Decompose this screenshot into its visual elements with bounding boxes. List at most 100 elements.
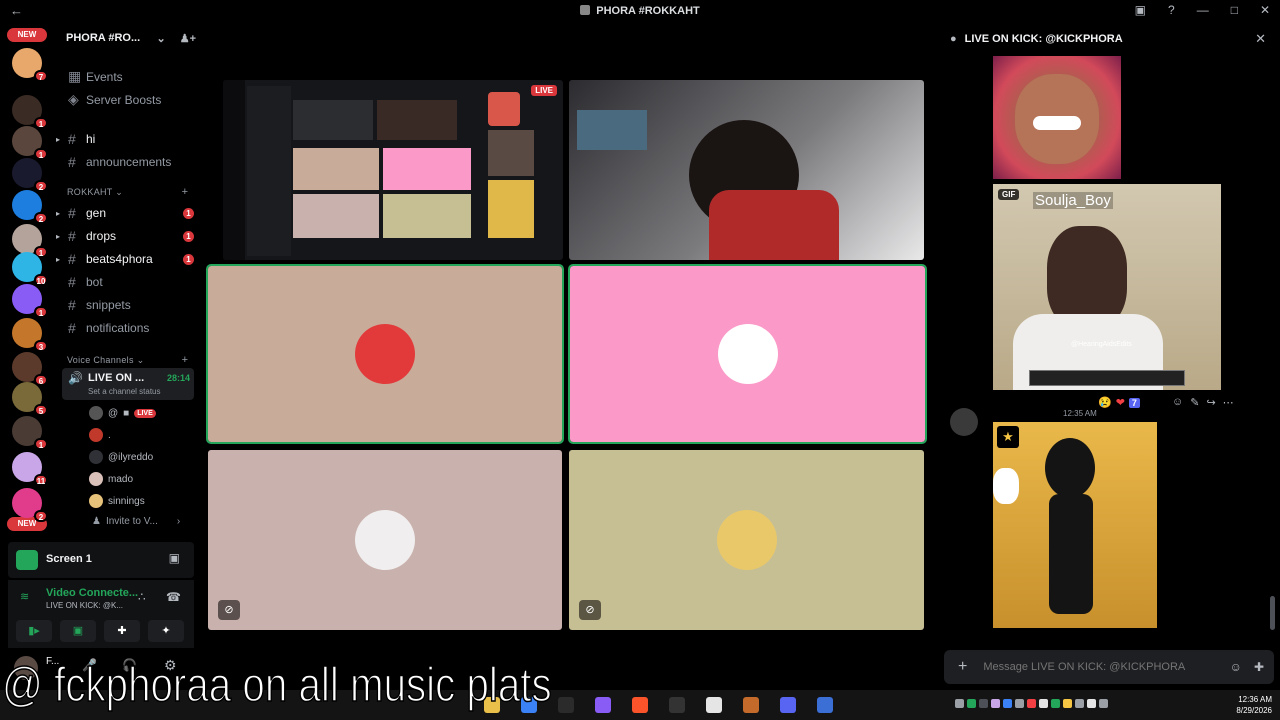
server-icon[interactable]: 11	[12, 452, 48, 486]
add-channel-icon[interactable]: +	[182, 354, 188, 366]
gif-attachment[interactable]: GIF Soulja_Boy @HearingAidsEdits	[993, 184, 1221, 390]
tray-app-icon[interactable]	[1015, 699, 1024, 708]
events-item[interactable]: ▦ Events	[68, 68, 123, 85]
voice-user[interactable]: .	[89, 428, 111, 442]
add-channel-icon[interactable]: +	[182, 186, 188, 198]
voice-channel-link[interactable]: LIVE ON KICK: @K...	[46, 601, 123, 610]
reply-icon[interactable]: ↪	[1206, 396, 1215, 409]
soundboard-button[interactable]: ✦	[148, 620, 184, 642]
camera-button[interactable]: ▮▸	[16, 620, 52, 642]
close-icon[interactable]: ✕	[1260, 3, 1270, 17]
category-rokkaht[interactable]: ROKKAHT ⌄	[67, 187, 123, 198]
meme-image[interactable]	[993, 56, 1121, 179]
server-icon[interactable]: 1	[12, 224, 48, 258]
voice-user[interactable]: @ ■ LIVE	[89, 406, 156, 420]
screen-share-panel[interactable]: Screen 1 ▣	[8, 542, 194, 578]
channel-bot[interactable]: # bot	[68, 274, 194, 290]
apps-icon[interactable]: ✚	[1254, 660, 1264, 674]
tray-app-icon[interactable]	[1051, 699, 1060, 708]
avatar[interactable]	[950, 408, 978, 436]
category-voice[interactable]: Voice Channels ⌄	[67, 355, 144, 366]
signal-icon[interactable]: ≋	[20, 590, 29, 603]
server-icon[interactable]: 10	[12, 252, 48, 286]
chat-title: LIVE ON KICK: @KICKPHORA	[964, 33, 1123, 45]
server-header[interactable]: PHORA #RO... ⌄ ♟+	[66, 32, 196, 45]
sticker-image[interactable]: ★	[993, 422, 1157, 628]
edit-icon[interactable]: ✎	[1190, 396, 1199, 409]
server-icon[interactable]: 2	[12, 488, 48, 522]
server-icon[interactable]: 2	[12, 158, 48, 192]
channel-beats4phora[interactable]: ▸ # beats4phora 1	[56, 251, 194, 267]
server-icon[interactable]: 1	[12, 95, 48, 129]
participant-tile[interactable]	[568, 264, 927, 444]
participant-tile[interactable]: ⊘	[208, 450, 562, 630]
channel-gen[interactable]: ▸ # gen 1	[56, 205, 194, 221]
channel-hi[interactable]: ▸ # hi	[56, 131, 95, 147]
minimize-icon[interactable]: —	[1197, 3, 1209, 17]
server-icon[interactable]: 5	[12, 382, 48, 416]
brave-browser-icon[interactable]	[632, 697, 648, 713]
stop-share-icon[interactable]: ▣	[169, 551, 180, 565]
server-icon[interactable]: 3	[12, 318, 48, 352]
participant-tile[interactable]	[206, 264, 564, 444]
tray-app-icon[interactable]	[955, 699, 964, 708]
close-icon[interactable]: ✕	[1255, 31, 1266, 47]
server-boosts-item[interactable]: ◈ Server Boosts	[68, 91, 161, 108]
add-reaction-icon[interactable]: ☺	[1172, 396, 1183, 409]
screen-share-button[interactable]: ▣	[60, 620, 96, 642]
disconnect-icon[interactable]: ☎	[166, 590, 181, 604]
tray-app-icon[interactable]	[1075, 699, 1084, 708]
voice-channel-live[interactable]: 🔊 LIVE ON ... 28:14 Set a channel status	[62, 368, 194, 400]
tray-app-icon[interactable]	[991, 699, 1000, 708]
heart-emoji-icon[interactable]: ❤	[1116, 396, 1125, 409]
tray-app-icon[interactable]	[967, 699, 976, 708]
emoji-icon[interactable]: ☺	[1230, 660, 1242, 674]
crying-emoji-icon[interactable]: 😢	[1098, 396, 1112, 409]
participant-tile[interactable]: ⊘	[569, 450, 924, 630]
help-icon[interactable]: ?	[1168, 3, 1175, 17]
server-icon[interactable]: 1	[12, 284, 48, 318]
inbox-icon[interactable]: ▣	[1135, 3, 1146, 17]
voice-user[interactable]: sinnings	[89, 494, 145, 508]
plus-icon[interactable]: +	[958, 658, 967, 676]
noise-suppression-icon[interactable]: ∴	[138, 590, 146, 604]
voice-user[interactable]: @ilyreddo	[89, 450, 153, 464]
scrollbar[interactable]	[1270, 596, 1275, 630]
add-member-icon[interactable]: ♟+	[180, 32, 196, 45]
notepad-icon[interactable]	[706, 697, 722, 713]
channel-status[interactable]: Set a channel status	[88, 387, 161, 396]
tray-app-icon[interactable]	[1063, 699, 1072, 708]
new-pill[interactable]: NEW	[7, 28, 47, 42]
server-icon[interactable]: 7	[12, 48, 48, 82]
more-options-icon[interactable]: ⋯	[1223, 396, 1234, 409]
screen-share-stream-tile[interactable]: LIVE	[223, 80, 563, 260]
voice-user[interactable]: mado	[89, 472, 133, 486]
invite-to-voice[interactable]: ♟ Invite to V... ›	[92, 516, 180, 527]
message-input[interactable]	[983, 661, 1194, 673]
channel-drops[interactable]: ▸ # drops 1	[56, 228, 194, 244]
server-icon[interactable]: 1	[12, 416, 48, 450]
activities-button[interactable]: ✚	[104, 620, 140, 642]
tray-app-icon[interactable]	[1003, 699, 1012, 708]
tray-app-icon[interactable]	[1087, 699, 1096, 708]
webcam-stream-tile[interactable]	[569, 80, 924, 260]
vpn-icon[interactable]	[817, 697, 833, 713]
channel-notifications[interactable]: # notifications	[68, 320, 194, 336]
server-icon[interactable]: 1	[12, 126, 48, 160]
terminal-icon[interactable]	[669, 697, 685, 713]
tray-app-icon[interactable]	[1027, 699, 1036, 708]
server-icon[interactable]: 6	[12, 352, 48, 386]
channel-announcements[interactable]: # announcements	[68, 154, 171, 170]
channel-snippets[interactable]: # snippets	[68, 297, 194, 313]
discord-icon[interactable]	[780, 697, 796, 713]
clock[interactable]: 12:36 AM 8/29/2026	[1236, 694, 1272, 716]
fl-studio-icon[interactable]	[743, 697, 759, 713]
obs-icon[interactable]	[558, 697, 574, 713]
server-icon[interactable]: 2	[12, 190, 48, 224]
maximize-icon[interactable]: □	[1231, 3, 1238, 17]
tray-app-icon[interactable]	[979, 699, 988, 708]
tray-app-icon[interactable]	[1099, 699, 1108, 708]
reaction-count[interactable]: 7	[1128, 397, 1140, 408]
tray-app-icon[interactable]	[1039, 699, 1048, 708]
app-icon[interactable]	[595, 697, 611, 713]
